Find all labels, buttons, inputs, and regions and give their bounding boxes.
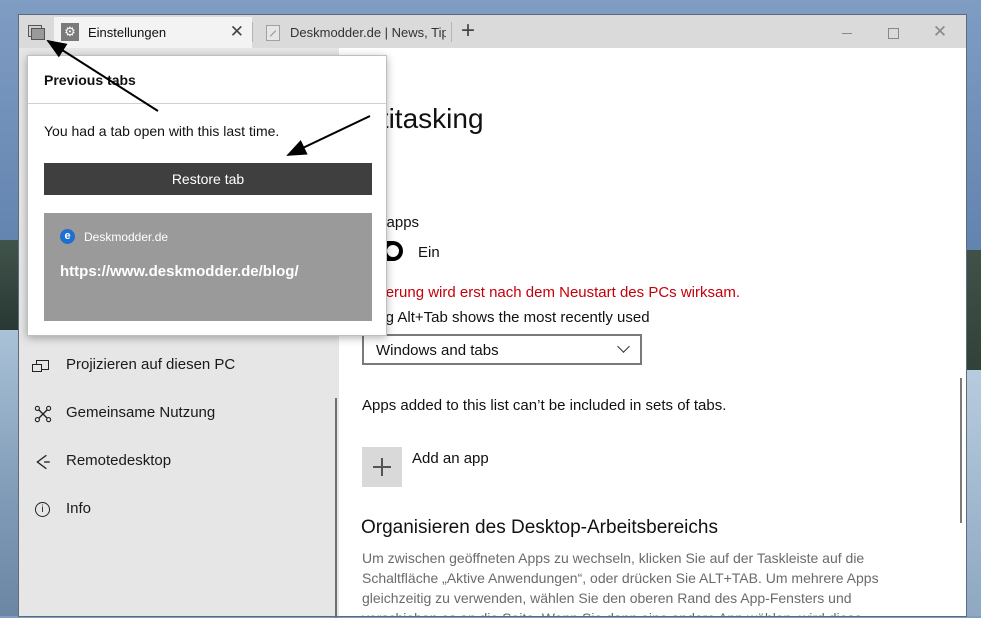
new-tab-button[interactable]: + [455,19,481,45]
chevron-down-icon [617,340,630,353]
restore-tab-button[interactable]: Restore tab [44,163,372,195]
sidebar-item-label: Projizieren auf diesen PC [66,356,236,373]
tab-separator [451,22,452,42]
minimize-icon [842,32,852,34]
previous-tabs-button[interactable] [19,15,51,48]
remote-desktop-icon [36,454,50,470]
dropdown-selected-value: Windows and tabs [376,342,499,359]
gear-icon: ⚙ [61,23,79,41]
content-scrollbar[interactable] [960,378,962,523]
sidebar-item-label: Remotedesktop [66,452,172,469]
main-content: ultitasking ts s in apps Ein Änderung wi… [339,48,966,616]
organize-description: Um zwischen geöffneten Apps zu wechseln,… [362,550,879,616]
edge-icon: e [60,229,75,244]
sidebar-item-info[interactable]: i Info [19,490,335,530]
toggle-state-label: Ein [418,244,440,261]
alt-tab-dropdown[interactable]: Windows and tabs [362,334,642,365]
preview-site-name: Deskmodder.de [84,230,169,244]
tabs-stack-icon-front [31,28,45,40]
tab-deskmodder[interactable]: Deskmodder.de | News, Tip [256,17,450,48]
maximize-icon [887,27,899,39]
sidebar-item-gemeinsame-nutzung[interactable]: Gemeinsame Nutzung [19,394,335,434]
info-icon: i [35,502,50,517]
preview-url: https://www.deskmodder.de/blog/ [60,263,299,280]
section-heading-organize: Organisieren des Desktop-Arbeitsbereichs [361,517,718,538]
tab-title: Deskmodder.de | News, Tip [290,25,446,40]
desktop-lake-right [966,370,981,616]
popup-divider [28,103,386,104]
popup-message: You had a tab open with this last time. [44,123,280,139]
excluded-apps-note: Apps added to this list can’t be include… [362,397,727,414]
tab-bar: ⚙ Einstellungen ✕ Deskmodder.de | News, … [19,15,966,48]
sidebar-item-projizieren[interactable]: Projizieren auf diesen PC [19,346,335,386]
restart-warning: Änderung wird erst nach dem Neustart des… [359,284,740,301]
close-window-button[interactable]: ✕ [917,19,963,45]
close-tab-icon[interactable]: ✕ [230,22,244,42]
page-icon [266,25,280,41]
sidebar-item-label: Gemeinsame Nutzung [66,404,216,421]
alt-tab-label: ssing Alt+Tab shows the most recently us… [359,309,650,326]
tab-einstellungen[interactable]: ⚙ Einstellungen ✕ [54,17,252,48]
desktop-trees-right [966,250,981,370]
tab-separator [252,22,253,42]
maximize-button[interactable] [870,19,916,45]
add-app-button[interactable] [362,447,402,487]
popup-title: Previous tabs [44,72,136,88]
project-icon [32,360,49,372]
sidebar-scrollbar[interactable] [335,398,337,618]
minimize-button[interactable] [824,19,870,45]
sidebar-item-label: Info [66,500,92,517]
tab-preview-card[interactable]: e Deskmodder.de https://www.deskmodder.d… [44,213,372,321]
share-icon [34,405,52,423]
sidebar-item-remotedesktop[interactable]: Remotedesktop [19,442,335,482]
tab-title: Einstellungen [88,25,167,40]
add-app-label[interactable]: Add an app [412,450,489,467]
previous-tabs-popup: Previous tabs You had a tab open with th… [27,55,387,336]
